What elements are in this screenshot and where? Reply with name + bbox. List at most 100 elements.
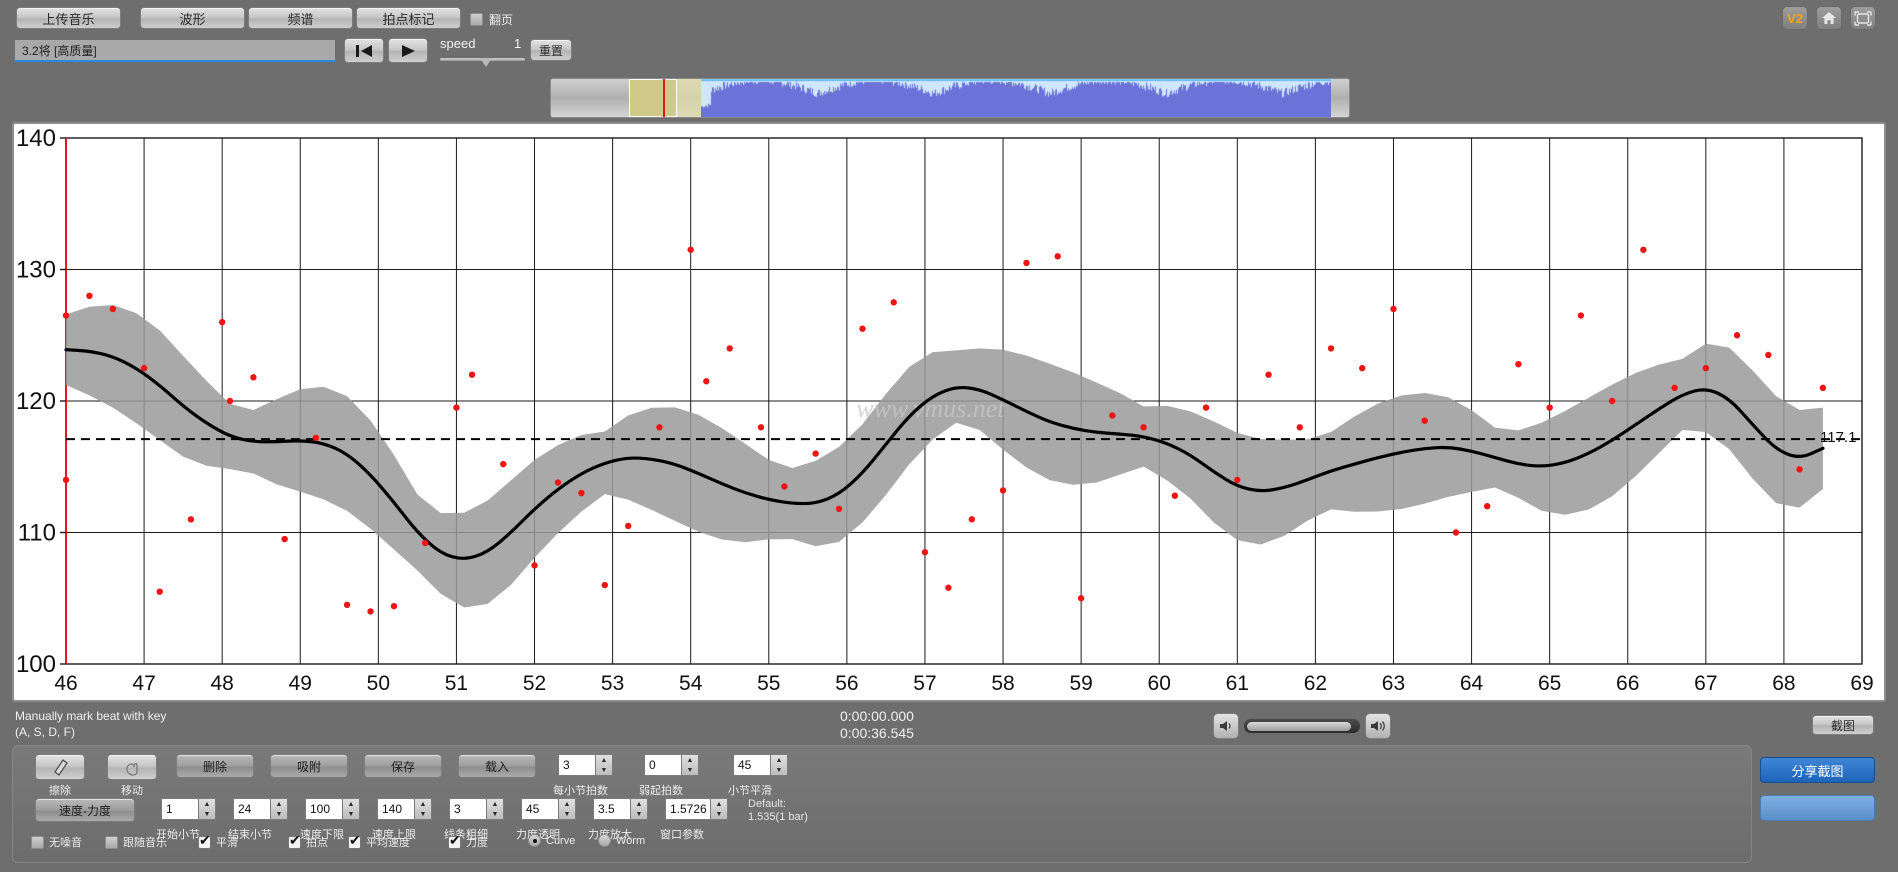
radio-worm[interactable]: Worm [598,834,645,847]
spinner-line-width[interactable]: 3 ▲▼ [449,798,504,820]
spinner-arrows[interactable]: ▲▼ [487,798,504,820]
beat-point[interactable] [86,293,92,299]
beat-point[interactable] [1453,529,1459,535]
volume-high-icon[interactable] [1365,713,1391,739]
spinner-value[interactable]: 45 [521,798,559,820]
spinner-arrows[interactable]: ▲▼ [271,798,288,820]
spinner-arrows[interactable]: ▲▼ [559,798,576,820]
spinner-start-bar[interactable]: 1 ▲▼ [161,798,216,820]
beat-point[interactable] [250,374,256,380]
spinner-up-icon[interactable]: ▲ [631,799,647,809]
spinner-down-icon[interactable]: ▼ [559,809,575,819]
beat-point[interactable] [157,588,163,594]
beat-point[interactable] [531,562,537,568]
beat-point[interactable] [656,424,662,430]
spinner-arrows[interactable]: ▲▼ [596,754,613,776]
beat-point[interactable] [1109,412,1115,418]
spinner-down-icon[interactable]: ▼ [682,765,698,775]
spinner-up-icon[interactable]: ▲ [559,799,575,809]
beat-marker-button[interactable]: 拍点标记 [356,7,461,29]
beat-point[interactable] [1234,477,1240,483]
beat-point[interactable] [110,306,116,312]
spinner-up-icon[interactable]: ▲ [596,755,612,765]
volume-slider-track[interactable] [1243,718,1361,734]
beat-point[interactable] [281,536,287,542]
spinner-arrows[interactable]: ▲▼ [415,798,432,820]
beat-point[interactable] [1172,492,1178,498]
beat-point[interactable] [1796,466,1802,472]
spinner-arrows[interactable]: ▲▼ [631,798,648,820]
spinner-end-bar[interactable]: 24 ▲▼ [233,798,288,820]
tempo-chart[interactable]: www.vmus.net1001101201301404647484950515… [14,124,1884,700]
beat-point[interactable] [1359,365,1365,371]
beat-point[interactable] [367,608,373,614]
spectrum-button[interactable]: 频谱 [248,7,353,29]
version-badge-icon[interactable]: V2 [1782,6,1808,30]
spinner-arrows[interactable]: ▲▼ [199,798,216,820]
beat-point[interactable] [1703,365,1709,371]
spinner-value[interactable]: 100 [305,798,343,820]
beat-point[interactable] [1671,385,1677,391]
checkbox-smooth[interactable]: 平滑 [198,834,238,850]
spinner-value[interactable]: 0 [644,754,682,776]
spinner-down-icon[interactable]: ▼ [271,809,287,819]
beat-point[interactable] [891,299,897,305]
spinner-value[interactable]: 140 [377,798,415,820]
spinner-down-icon[interactable]: ▼ [596,765,612,775]
waveform-button[interactable]: 波形 [140,7,245,29]
spinner-up-icon[interactable]: ▲ [343,799,359,809]
beat-point[interactable] [1820,385,1826,391]
checkbox-no-noise[interactable]: 无噪音 [31,834,82,850]
speed-force-button[interactable]: 速度-力度 [35,798,135,822]
fullscreen-icon[interactable] [1850,6,1876,30]
spinner-arrows[interactable]: ▲▼ [682,754,699,776]
spinner-dynamics-zoom[interactable]: 3.5 ▲▼ [593,798,648,820]
spinner-value[interactable]: 24 [233,798,271,820]
beat-point[interactable] [1422,418,1428,424]
beat-point[interactable] [1640,247,1646,253]
spinner-down-icon[interactable]: ▼ [415,809,431,819]
spinner-up-icon[interactable]: ▲ [487,799,503,809]
spinner-tempo-max[interactable]: 140 ▲▼ [377,798,432,820]
spinner-arrows[interactable]: ▲▼ [711,798,728,820]
overview-selection-region[interactable] [629,79,677,117]
radio-curve[interactable]: Curve [528,834,575,847]
spinner-arrows[interactable]: ▲▼ [343,798,360,820]
volume-low-icon[interactable] [1213,713,1239,739]
beat-point[interactable] [859,325,865,331]
spinner-down-icon[interactable]: ▼ [343,809,359,819]
spinner-dynamics-alpha[interactable]: 45 ▲▼ [521,798,576,820]
beat-point[interactable] [687,247,693,253]
play-button[interactable] [388,38,428,63]
beat-point[interactable] [602,582,608,588]
beat-point[interactable] [969,516,975,522]
beat-point[interactable] [812,450,818,456]
delete-button[interactable]: 删除 [176,754,254,778]
share-screenshot-button[interactable]: 分享截图 [1760,757,1875,783]
beat-point[interactable] [1484,503,1490,509]
beat-point[interactable] [422,540,428,546]
beat-point[interactable] [1203,404,1209,410]
reset-button[interactable]: 重置 [530,39,572,61]
beat-point[interactable] [1609,398,1615,404]
spinner-beats-per-bar[interactable]: 3 ▲▼ [558,754,613,776]
beat-point[interactable] [703,378,709,384]
spinner-up-icon[interactable]: ▲ [415,799,431,809]
spinner-value[interactable]: 3.5 [593,798,631,820]
spinner-value[interactable]: 1.5726 [665,798,711,820]
beat-point[interactable] [1265,372,1271,378]
beat-point[interactable] [1765,352,1771,358]
beat-point[interactable] [1328,345,1334,351]
snap-button[interactable]: 吸附 [270,754,348,778]
beat-point[interactable] [1578,312,1584,318]
overview-playhead[interactable] [663,79,665,117]
beat-point[interactable] [625,523,631,529]
speed-slider[interactable]: speed 1 [440,36,525,66]
secondary-action-button[interactable] [1760,795,1875,821]
beat-point[interactable] [1078,595,1084,601]
beat-point[interactable] [219,319,225,325]
checkbox-beats[interactable]: 拍点 [288,834,328,850]
beat-point[interactable] [469,372,475,378]
spinner-value[interactable]: 3 [449,798,487,820]
beat-point[interactable] [1023,260,1029,266]
